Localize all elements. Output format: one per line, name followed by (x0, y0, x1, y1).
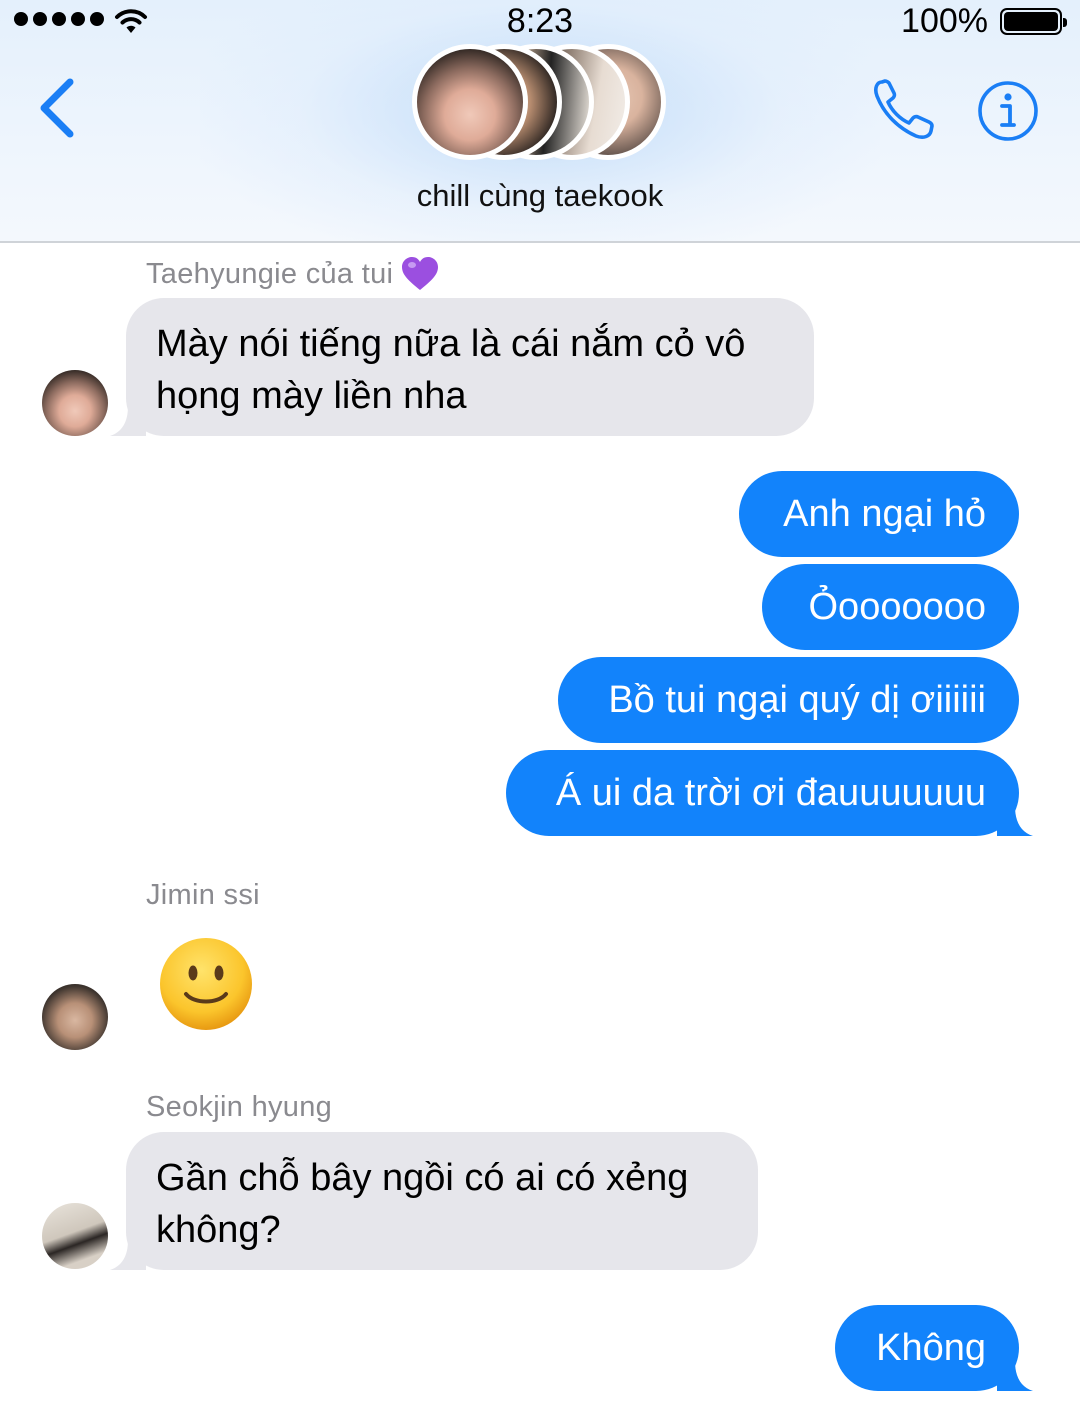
bubble-tail (997, 1361, 1033, 1391)
group-name[interactable]: chill cùng taekook (0, 178, 1080, 214)
member-avatar-main (412, 44, 528, 160)
sender-name-text: Taehyungie của tui (146, 257, 394, 290)
message-bubble-outgoing[interactable]: Á ui da trời ơi đauuuuuuu (506, 750, 1033, 836)
message-bubble-incoming[interactable]: Mày nói tiếng nữa là cái nắm cỏ vô họng … (110, 298, 814, 436)
message-text: Á ui da trời ơi đauuuuuuu (555, 772, 986, 814)
chevron-left-icon[interactable] (30, 72, 86, 142)
message-bubble-incoming[interactable]: Gần chỗ bây ngồi có ai có xẻng không? (110, 1132, 758, 1270)
battery-percentage: 100% (901, 2, 988, 40)
info-icon[interactable] (976, 79, 1040, 143)
message-text: Bồ tui ngại quý dị ơiiiiii (608, 679, 986, 721)
slightly-smiling-face-icon[interactable] (158, 936, 254, 1032)
sender-name: Seokjin hyung (146, 1091, 333, 1123)
message-text: không? (156, 1209, 281, 1251)
phone-icon[interactable] (868, 76, 940, 142)
avatar[interactable] (42, 370, 108, 436)
battery-icon (1000, 8, 1067, 35)
bubble-tail (110, 406, 146, 436)
message-text: Gần chỗ bây ngồi có ai có xẻng (156, 1157, 689, 1199)
status-bar: 8:23 100% (0, 0, 1080, 44)
conversation-header: 8:23 100% chill cùng taekook (0, 0, 1080, 243)
sender-name: Jimin ssi (146, 879, 260, 911)
purple-heart-icon (402, 257, 439, 290)
message-text: Mày nói tiếng nữa là cái nắm cỏ vô (156, 323, 746, 365)
group-avatar-stack[interactable] (412, 40, 668, 164)
message-text: Không (876, 1327, 986, 1369)
bubble-tail (110, 1240, 146, 1270)
message-bubble-outgoing[interactable]: Không (835, 1305, 1033, 1391)
message-bubble-outgoing[interactable]: Anh ngại hỏ (739, 471, 1019, 557)
sender-name: Taehyungie của tui (146, 256, 439, 292)
message-bubble-outgoing[interactable]: Ỏooooooo (762, 564, 1019, 650)
message-text: Ỏooooooo (808, 586, 987, 628)
bubble-tail (997, 806, 1033, 836)
avatar[interactable] (42, 984, 108, 1050)
message-text: Anh ngại hỏ (783, 493, 986, 535)
avatar[interactable] (42, 1203, 108, 1269)
message-bubble-outgoing[interactable]: Bồ tui ngại quý dị ơiiiiii (558, 657, 1019, 743)
message-text: họng mày liền nha (156, 375, 467, 417)
